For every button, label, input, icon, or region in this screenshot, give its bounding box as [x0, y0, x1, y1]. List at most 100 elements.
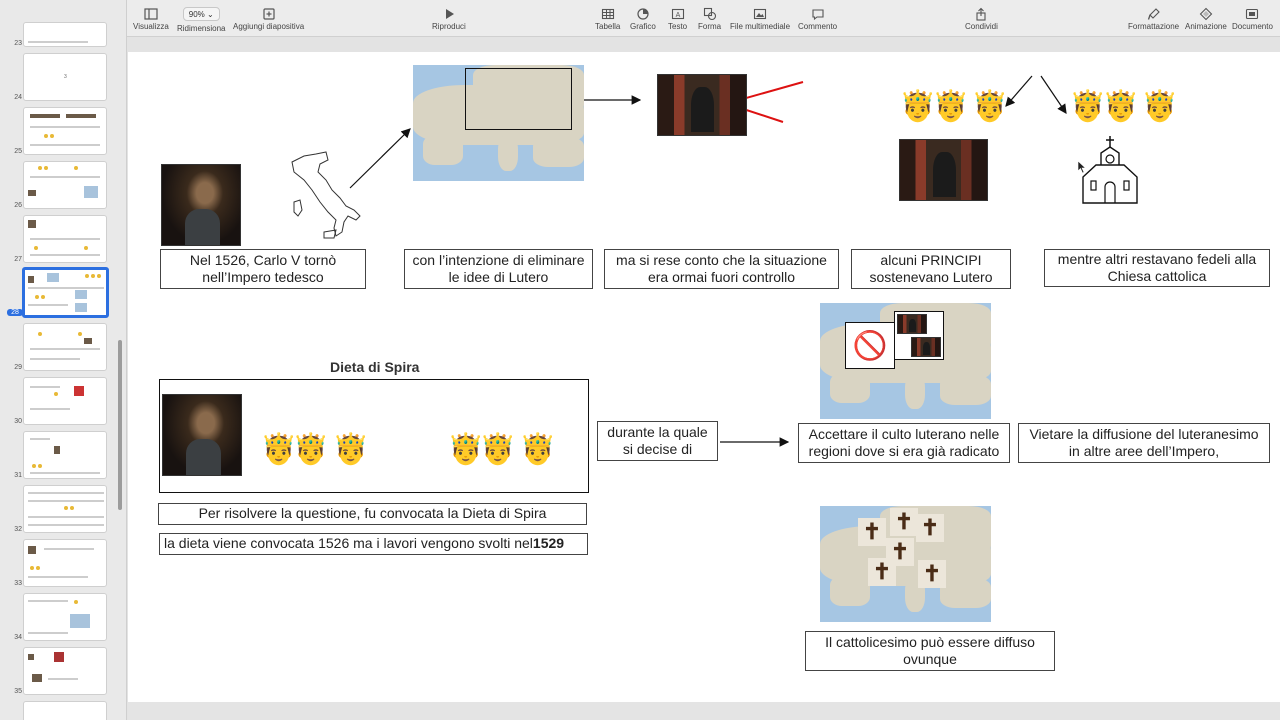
slide-thumbnail[interactable]: [23, 539, 107, 587]
slide-thumbnail[interactable]: [23, 593, 107, 641]
luther-photo[interactable]: [899, 139, 988, 201]
navigator-scrollbar[interactable]: [118, 340, 122, 510]
sidebar-icon: [144, 5, 158, 22]
share-icon: [974, 5, 988, 22]
church-icon[interactable]: [1081, 135, 1139, 205]
slide-thumbnail[interactable]: [23, 22, 107, 47]
slide-number: 33: [14, 580, 22, 587]
text-box-princes-catholic[interactable]: mentre altri restavano fedeli alla Chies…: [1044, 249, 1270, 287]
slide-number: 35: [14, 688, 22, 695]
highlight-rectangle: [465, 68, 572, 130]
document-icon: [1245, 5, 1259, 22]
slide-thumbnail[interactable]: [23, 485, 107, 533]
text-button[interactable]: A Testo: [668, 5, 687, 31]
format-button[interactable]: Formattazione: [1128, 5, 1179, 31]
comment-button[interactable]: Commento: [798, 5, 837, 31]
slide-thumbnail[interactable]: [23, 431, 107, 479]
share-button[interactable]: Condividi: [965, 5, 998, 31]
canvas-background: [128, 702, 1280, 720]
prince-emoji: 🤴: [332, 433, 370, 466]
slide-number: 34: [14, 634, 22, 641]
cross-icon: ✝: [890, 508, 918, 536]
slide-number: 29: [14, 364, 22, 371]
europe-map-restrictions[interactable]: 🚫: [820, 303, 991, 419]
slide-number: 31: [14, 472, 22, 479]
text-box-decided[interactable]: durante la quale si decise di: [597, 421, 718, 461]
prince-emoji: 🤴: [479, 433, 517, 466]
cross-icon: ✝: [868, 558, 896, 586]
slide-number: 26: [14, 202, 22, 209]
animate-button[interactable]: Animazione: [1185, 5, 1227, 31]
shape-icon: [703, 5, 717, 22]
prince-emoji: 🤴: [971, 90, 1009, 123]
slide-thumbnail[interactable]: [23, 701, 107, 720]
italy-map-outline[interactable]: [284, 150, 364, 240]
table-icon: [601, 5, 615, 22]
slide-thumbnail[interactable]: [23, 647, 107, 695]
slide-thumbnail[interactable]: [23, 161, 107, 209]
cross-icon: ✝: [858, 518, 886, 546]
prince-emoji: 🤴: [899, 90, 937, 123]
slide-number: 32: [14, 526, 22, 533]
text-box-dates[interactable]: la dieta viene convocata 1526 ma i lavor…: [159, 533, 588, 555]
chart-button[interactable]: Grafico: [630, 5, 656, 31]
slide-thumbnail[interactable]: [23, 323, 107, 371]
text-box-accept[interactable]: Accettare il culto luterano nelle region…: [798, 423, 1010, 463]
add-slide-button[interactable]: Aggiungi diapositiva: [233, 5, 304, 31]
text-box-out-of-control[interactable]: ma si rese conto che la situazione era o…: [604, 249, 839, 289]
text-icon: A: [671, 5, 685, 22]
text-box-return[interactable]: Nel 1526, Carlo V tornò nell’Impero tede…: [160, 249, 366, 289]
prince-emoji: 🤴: [292, 433, 330, 466]
play-button[interactable]: Riproduci: [432, 5, 466, 31]
slide-number: 24: [14, 94, 22, 101]
charles-v-portrait[interactable]: [162, 394, 242, 476]
slide-thumbnail-selected[interactable]: [22, 267, 109, 318]
luther-photos-inset: [894, 311, 944, 360]
prince-emoji: 🤴: [932, 90, 970, 123]
play-icon: [442, 5, 456, 22]
charles-v-portrait[interactable]: [161, 164, 241, 246]
slide-number-selected: 28: [7, 309, 23, 316]
prince-emoji: 🤴: [1141, 90, 1179, 123]
europe-map[interactable]: [413, 65, 584, 181]
diet-title: Dieta di Spira: [330, 359, 420, 375]
slide-thumbnail[interactable]: [23, 377, 107, 425]
slide-thumbnail[interactable]: [23, 215, 107, 263]
comment-icon: [811, 5, 825, 22]
paintbrush-icon: [1147, 5, 1161, 22]
slide-navigator[interactable]: 23 3 24 25 26 27 28 29 30 31 32 33 34 35: [0, 0, 127, 720]
slide-number: 25: [14, 148, 22, 155]
zoom-select[interactable]: 90% ⌄: [182, 7, 220, 21]
text-box-princes-support[interactable]: alcuni PRINCIPI sostenevano Lutero: [851, 249, 1011, 289]
image-icon: [753, 5, 767, 22]
prince-emoji: 🤴: [519, 433, 557, 466]
slide-canvas[interactable]: 🤴 🤴 🤴 🤴 🤴 🤴 Nel 1526, Carlo V tornò nell…: [128, 52, 1280, 702]
svg-text:A: A: [675, 12, 680, 19]
slide-number: 23: [14, 40, 22, 47]
mouse-cursor-icon: [1077, 160, 1087, 174]
text-box-catholicism[interactable]: Il cattolicesimo può essere diffuso ovun…: [805, 631, 1055, 671]
slide-number: 30: [14, 418, 22, 425]
plus-square-icon: [262, 5, 276, 22]
slide-number: 27: [14, 256, 22, 263]
europe-map-catholicism[interactable]: ✝ ✝ ✝ ✝ ✝ ✝: [820, 506, 991, 622]
toolbar: Visualizza 90% ⌄ Ridimensiona Aggiungi d…: [127, 0, 1280, 37]
slide-thumbnail[interactable]: 3: [23, 53, 107, 101]
no-entry-icon: 🚫: [845, 322, 895, 369]
slide-thumbnail[interactable]: [23, 107, 107, 155]
luther-photo-crossed[interactable]: [657, 74, 747, 136]
shape-button[interactable]: Forma: [698, 5, 721, 31]
media-button[interactable]: File multimediale: [730, 5, 790, 31]
document-button[interactable]: Documento: [1232, 5, 1273, 31]
text-box-forbid[interactable]: Vietare la diffusione del luteranesimo i…: [1018, 423, 1270, 463]
cross-icon: ✝: [918, 560, 946, 588]
diamond-icon: [1199, 5, 1213, 22]
cross-icon: ✝: [916, 514, 944, 542]
view-button[interactable]: Visualizza: [133, 5, 169, 31]
zoom-button[interactable]: 90% ⌄ Ridimensiona: [177, 5, 225, 33]
prince-emoji: 🤴: [1069, 90, 1107, 123]
text-box-convened[interactable]: Per risolvere la questione, fu convocata…: [158, 503, 587, 525]
prince-emoji: 🤴: [1102, 90, 1140, 123]
table-button[interactable]: Tabella: [595, 5, 620, 31]
text-box-intention[interactable]: con l’intenzione di eliminare le idee di…: [404, 249, 593, 289]
